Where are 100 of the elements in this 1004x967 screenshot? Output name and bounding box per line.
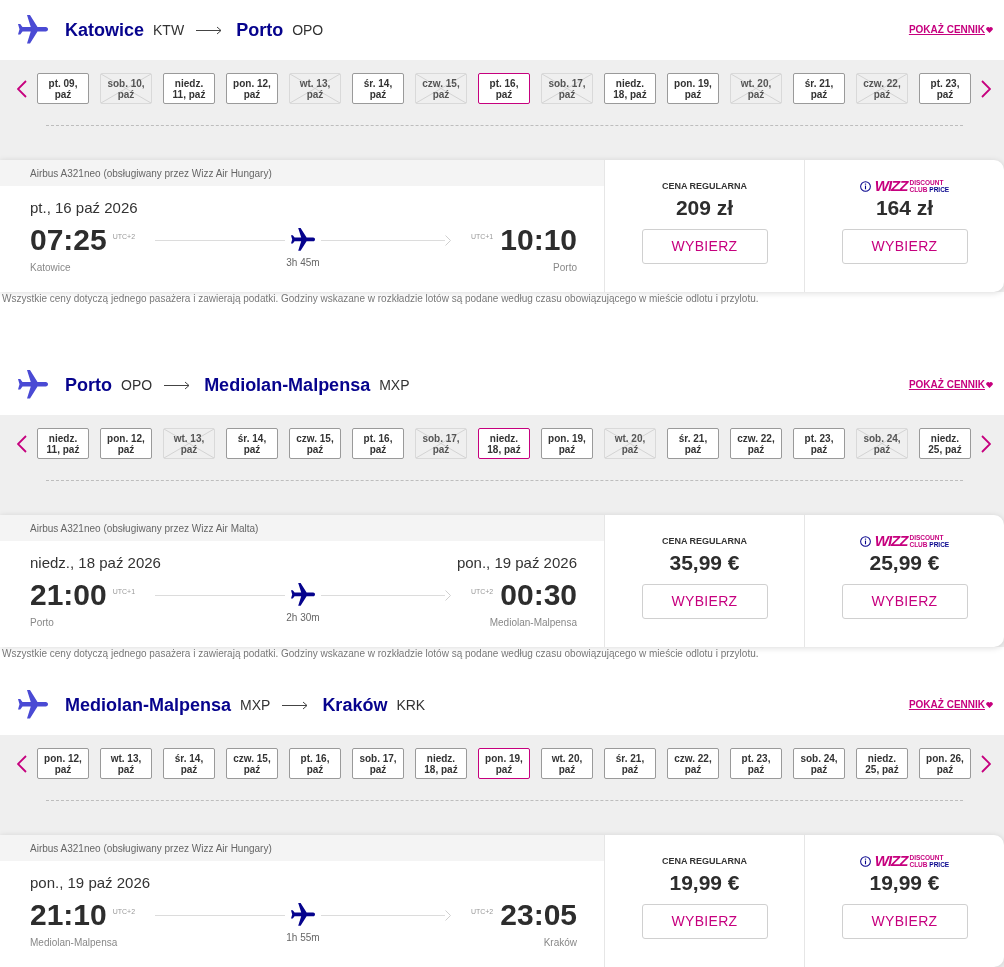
date-option[interactable]: śr. 14, paź bbox=[352, 73, 404, 104]
date-option[interactable]: śr. 21, paź bbox=[667, 428, 719, 459]
fare-price: 25,99 € bbox=[869, 550, 940, 576]
destination-city: Kraków bbox=[322, 694, 388, 716]
date-option[interactable]: pon. 12, paź bbox=[100, 428, 152, 459]
departure-time: 21:10 bbox=[30, 899, 107, 931]
date-option[interactable]: pon. 19, paź bbox=[667, 73, 719, 104]
select-fare-button[interactable]: WYBIERZ bbox=[641, 904, 768, 939]
info-icon[interactable] bbox=[859, 180, 871, 192]
date-option[interactable]: niedz. 11, paź bbox=[37, 428, 89, 459]
chevron-right-icon bbox=[981, 754, 991, 773]
departure-city: Porto bbox=[30, 616, 54, 630]
date-option[interactable]: niedz. 25, paź bbox=[919, 428, 971, 459]
cross-icon bbox=[731, 74, 781, 103]
date-option[interactable]: niedz. 11, paź bbox=[163, 73, 215, 104]
airplane-icon bbox=[18, 15, 48, 45]
arrival-time: 00:30 bbox=[500, 579, 577, 611]
cross-icon bbox=[416, 429, 466, 458]
origin-city: Mediolan-Malpensa bbox=[65, 694, 232, 716]
chevron-right-icon bbox=[981, 79, 991, 98]
date-option[interactable]: niedz. 18, paź bbox=[604, 73, 656, 104]
date-option[interactable]: czw. 15, paź bbox=[289, 428, 341, 459]
cross-icon bbox=[605, 429, 655, 458]
arrival-city: Porto bbox=[553, 261, 577, 275]
date-option[interactable]: czw. 15, paź bbox=[226, 748, 278, 779]
date-option[interactable]: pt. 09, paź bbox=[37, 73, 89, 104]
flight-duration: 1h 55m bbox=[286, 931, 320, 945]
date-option[interactable]: śr. 14, paź bbox=[163, 748, 215, 779]
cross-icon bbox=[542, 74, 592, 103]
aircraft-info: Airbus A321neo (obsługiwany przez Wizz Air Hungary) bbox=[0, 160, 604, 186]
destination-city: Mediolan-Malpensa bbox=[204, 374, 371, 396]
heart-icon bbox=[986, 702, 993, 708]
airplane-icon bbox=[18, 690, 48, 720]
fare-price: 19,99 € bbox=[869, 870, 940, 896]
fare-price: 209 zł bbox=[675, 195, 734, 221]
date-option[interactable]: wt. 20, paź bbox=[541, 748, 593, 779]
select-fare-button[interactable]: WYBIERZ bbox=[841, 584, 968, 619]
departure-city: Katowice bbox=[30, 261, 71, 275]
date-option[interactable]: pt. 16, paź bbox=[352, 428, 404, 459]
info-icon[interactable] bbox=[859, 855, 871, 867]
departure-time: 21:00 bbox=[30, 579, 107, 611]
date-option[interactable]: niedz. 18, paź bbox=[478, 428, 530, 459]
origin-code: MXP bbox=[240, 696, 271, 714]
date-option[interactable]: pt. 23, paź bbox=[919, 73, 971, 104]
date-option[interactable]: pt. 23, paź bbox=[730, 748, 782, 779]
heart-icon bbox=[986, 27, 993, 33]
date-option[interactable]: niedz. 25, paź bbox=[856, 748, 908, 779]
date-option[interactable]: pt. 16, paź bbox=[478, 73, 530, 104]
cross-icon bbox=[416, 74, 466, 103]
flight-duration: 3h 45m bbox=[286, 256, 320, 270]
select-fare-button[interactable]: WYBIERZ bbox=[841, 904, 968, 939]
date-option[interactable]: śr. 14, paź bbox=[226, 428, 278, 459]
info-icon[interactable] bbox=[859, 535, 871, 547]
date-option[interactable]: sob. 24, paź bbox=[793, 748, 845, 779]
arrow-icon bbox=[282, 700, 309, 710]
select-fare-button[interactable]: WYBIERZ bbox=[841, 229, 968, 264]
logo-wordmark: WIZZ bbox=[874, 534, 908, 548]
date-option[interactable]: niedz. 18, paź bbox=[415, 748, 467, 779]
date-option[interactable]: pon. 19, paź bbox=[541, 428, 593, 459]
flight-duration: 2h 30m bbox=[286, 611, 320, 625]
departure-date: pon., 19 paź 2026 bbox=[30, 873, 151, 893]
logo-wordmark: WIZZ bbox=[874, 854, 908, 868]
show-prices-link[interactable]: POKAŻ CENNIK bbox=[908, 699, 993, 711]
date-option[interactable]: pon. 12, paź bbox=[37, 748, 89, 779]
date-option[interactable]: pon. 26, paź bbox=[919, 748, 971, 779]
select-fare-button[interactable]: WYBIERZ bbox=[641, 229, 768, 264]
cross-icon bbox=[164, 429, 214, 458]
cross-icon bbox=[857, 74, 907, 103]
departure-date: niedz., 18 paź 2026 bbox=[30, 553, 161, 573]
price-note: Wszystkie ceny dotyczą jednego pasażera i zawierają podatki. Godziny wskazane w rozkładzie lotów są podane według czasu obowiązującego w mieście odlotu i przylotu. bbox=[1, 647, 760, 660]
arrow-icon bbox=[196, 25, 223, 35]
date-option[interactable]: czw. 22, paź bbox=[667, 748, 719, 779]
date-option[interactable]: pon. 19, paź bbox=[478, 748, 530, 779]
origin-code: KTW bbox=[153, 21, 185, 39]
date-option[interactable]: pt. 23, paź bbox=[793, 428, 845, 459]
destination-code: OPO bbox=[292, 21, 324, 39]
departure-city: Mediolan-Malpensa bbox=[30, 936, 118, 950]
date-option[interactable]: sob. 17, paź bbox=[352, 748, 404, 779]
chevron-left-icon bbox=[17, 434, 27, 453]
date-option[interactable]: wt. 13, paź bbox=[100, 748, 152, 779]
fare-title: CENA REGULARNA bbox=[661, 180, 748, 192]
airplane-icon bbox=[18, 370, 48, 400]
origin-code: OPO bbox=[121, 376, 153, 394]
date-option[interactable]: śr. 21, paź bbox=[604, 748, 656, 779]
arrival-time: 23:05 bbox=[500, 899, 577, 931]
show-prices-link[interactable]: POKAŻ CENNIK bbox=[908, 379, 993, 391]
date-option[interactable]: czw. 22, paź bbox=[730, 428, 782, 459]
chevron-left-icon bbox=[17, 79, 27, 98]
show-prices-link[interactable]: POKAŻ CENNIK bbox=[908, 24, 993, 36]
fare-price: 35,99 € bbox=[669, 550, 740, 576]
heart-icon bbox=[986, 382, 993, 388]
select-fare-button[interactable]: WYBIERZ bbox=[641, 584, 768, 619]
airplane-icon bbox=[291, 583, 315, 607]
date-option[interactable]: pt. 16, paź bbox=[289, 748, 341, 779]
departure-time: 07:25 bbox=[30, 224, 107, 256]
fare-title: CENA REGULARNA bbox=[661, 855, 748, 867]
cross-icon bbox=[290, 74, 340, 103]
date-option[interactable]: śr. 21, paź bbox=[793, 73, 845, 104]
arrival-time: 10:10 bbox=[500, 224, 577, 256]
date-option[interactable]: pon. 12, paź bbox=[226, 73, 278, 104]
